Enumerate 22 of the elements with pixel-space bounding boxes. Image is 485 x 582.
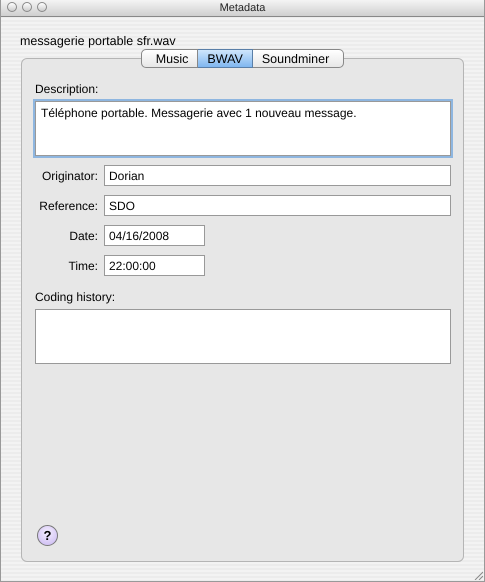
field-label: Reference:: [38, 198, 98, 212]
text-field[interactable]: Dorian: [104, 165, 451, 186]
minimize-icon[interactable]: [22, 2, 32, 12]
field-label: Originator:: [40, 168, 98, 182]
text-field[interactable]: 22:00:00: [104, 255, 205, 276]
zoom-icon[interactable]: [37, 2, 47, 12]
file-name: messagerie portable sfr.wav: [20, 34, 177, 50]
field-label: Coding history:: [35, 290, 116, 305]
help-button[interactable]: ?: [37, 525, 58, 546]
coding-history-field[interactable]: [35, 309, 451, 364]
tab[interactable]: Soundminer: [252, 49, 344, 68]
text-field[interactable]: 04/16/2008: [104, 225, 205, 246]
field-label: Time:: [67, 258, 98, 272]
tab[interactable]: Music: [140, 49, 198, 68]
field-label: Date:: [68, 228, 98, 242]
window-title: Metadata: [220, 2, 266, 14]
tab[interactable]: BWAV: [198, 49, 253, 68]
description-field[interactable]: Téléphone portable. Messagerie avec 1 nouveau message.: [35, 101, 451, 156]
resize-grip-icon[interactable]: [473, 570, 483, 580]
text-field[interactable]: SDO: [104, 195, 451, 216]
field-label: Description:: [35, 82, 100, 97]
close-icon[interactable]: [7, 2, 17, 12]
